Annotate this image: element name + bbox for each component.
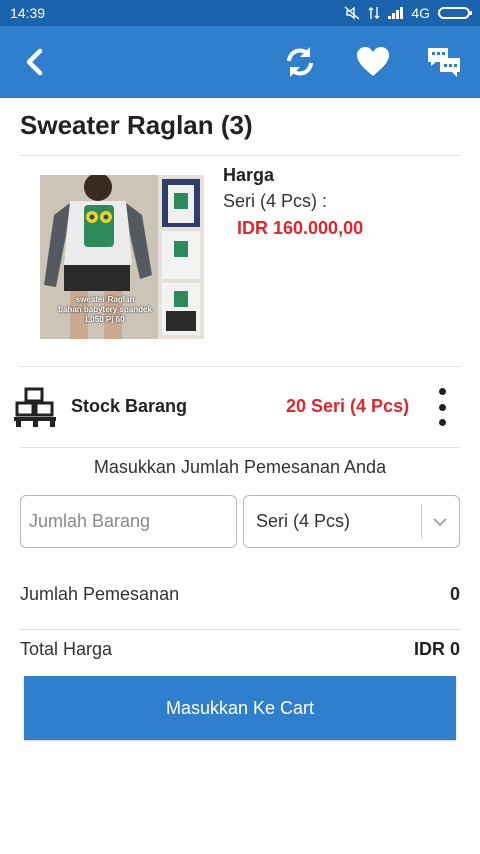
product-title: Sweater Raglan (3) [20,110,253,140]
price-label: Harga [223,165,275,185]
order-prompt: Masukkan Jumlah Pemesanan Anda [93,457,387,477]
battery-icon [438,7,472,19]
signal-icon [388,7,404,19]
total-price-value: IDR 0 [413,639,460,659]
status-time: 14:39 [10,5,46,21]
stock-value: 20 Seri (4 Pcs) [286,396,410,416]
divider [20,366,460,367]
chat-icon[interactable] [426,44,462,80]
price-value: IDR 160.000,00 [237,218,364,238]
add-to-cart-button[interactable]: Masukkan Ke Cart [24,676,456,740]
chevron-down-icon [433,518,447,527]
divider [20,447,460,448]
divider [20,629,460,630]
heart-icon[interactable] [355,44,391,80]
divider [20,155,460,156]
unit-label: Seri (4 Pcs) : [223,191,328,211]
stock-label: Stock Barang [71,396,188,416]
quantity-input[interactable] [20,495,237,548]
mute-icon [344,6,360,20]
product-image[interactable]: sweater Raglan bahan babytery spandek L0… [40,175,204,339]
quantity-summary-label: Jumlah Pemesanan [20,584,180,604]
network-type: 4G [411,5,430,21]
status-icons: 4G [344,5,472,21]
app-bar [0,26,480,98]
more-vert-icon[interactable] [436,388,448,426]
status-bar: 14:39 4G [0,0,480,26]
select-separator [421,504,422,539]
unit-select[interactable]: Seri (4 Pcs) [243,495,460,548]
pallet-boxes-icon [14,387,56,427]
chevron-left-icon[interactable] [22,48,50,76]
data-transfer-icon [368,7,380,19]
total-price-label: Total Harga [20,639,113,659]
unit-select-value: Seri (4 Pcs) [256,511,351,531]
quantity-summary-value: 0 [449,584,460,604]
refresh-icon[interactable] [282,44,318,80]
image-caption: sweater Raglan bahan babytery spandek L0… [58,295,152,324]
